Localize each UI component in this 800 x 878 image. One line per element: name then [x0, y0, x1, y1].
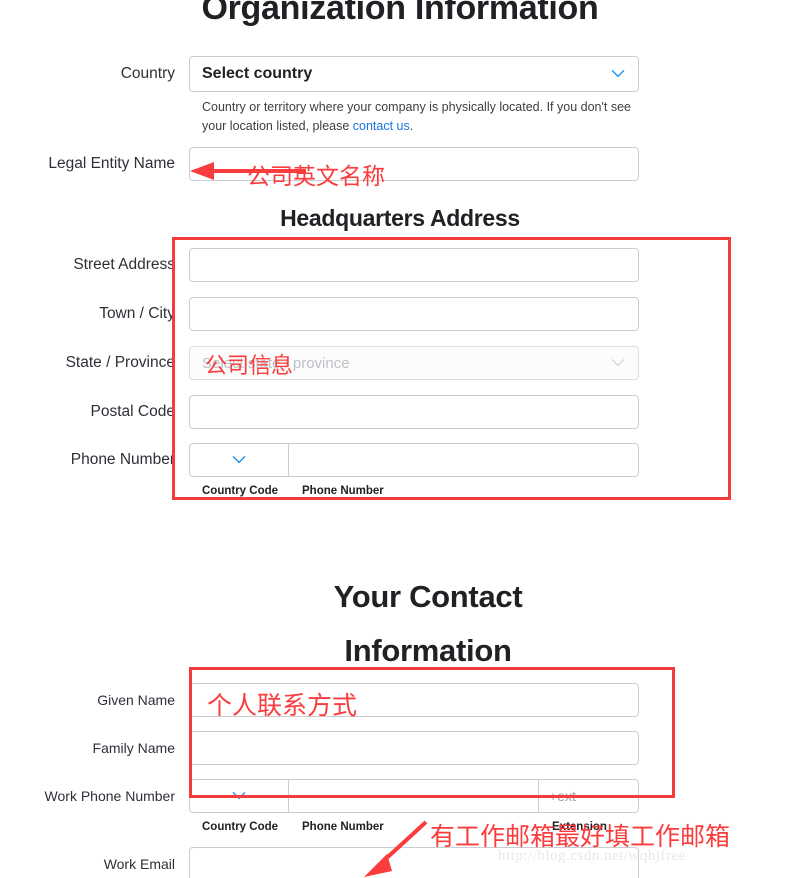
headquarters-address-heading: Headquarters Address: [280, 205, 520, 231]
form-page: Organization Information Country Select …: [0, 0, 800, 878]
organization-information-heading: Organization Information: [201, 0, 599, 27]
postal-code-input[interactable]: [189, 395, 639, 429]
annotation-text-company-info: 公司信息: [205, 354, 294, 379]
street-address-control: [189, 248, 639, 282]
annotation-text-legal-entity: 公司英文名称: [247, 164, 385, 190]
street-address-input[interactable]: [189, 248, 639, 282]
country-label: Country: [120, 65, 175, 82]
work-phone-number-control: +ext: [189, 779, 639, 813]
chevron-down-icon: [610, 66, 626, 82]
town-city-label: Town / City: [99, 305, 175, 322]
family-name-control: [189, 731, 639, 765]
chevron-down-icon: [610, 355, 626, 371]
country-selected-value: Select country: [202, 65, 313, 82]
contact-information-heading: Your Contact Information: [198, 570, 658, 678]
work-country-code-select[interactable]: [189, 779, 289, 813]
family-name-label: Family Name: [92, 740, 175, 756]
contact-heading-line1: Your Contact: [333, 579, 523, 614]
work-phone-number-row: Work Phone Number +ext: [0, 779, 639, 813]
hq-phone-group: [189, 443, 639, 477]
hq-phone-number-input[interactable]: [289, 443, 639, 477]
hq-country-code-sublabel: Country Code: [202, 485, 279, 497]
country-help-prefix: Country or territory where your company …: [202, 100, 631, 133]
town-city-input[interactable]: [189, 297, 639, 331]
postal-code-label: Postal Code: [90, 403, 175, 420]
town-city-row: Town / City: [0, 297, 639, 331]
watermark-text: http://blog.csdn.net/wqhjfree: [498, 848, 686, 864]
work-phone-number-label: Work Phone Number: [44, 788, 175, 804]
legal-entity-name-label: Legal Entity Name: [48, 155, 175, 172]
state-province-row: State / Province Select state / province: [0, 346, 639, 380]
family-name-input[interactable]: [189, 731, 639, 765]
town-city-control: [189, 297, 639, 331]
country-help-suffix: .: [409, 119, 414, 133]
country-control: Select country: [189, 56, 639, 92]
work-phone-extension-placeholder: +ext: [549, 788, 576, 804]
chevron-down-icon: [231, 788, 247, 804]
postal-code-control: [189, 395, 639, 429]
contact-us-link[interactable]: contact us: [353, 119, 410, 133]
work-phone-extension-input[interactable]: +ext: [539, 779, 639, 813]
state-province-label: State / Province: [65, 354, 175, 371]
work-country-code-sublabel: Country Code: [202, 821, 279, 833]
street-address-row: Street Address: [0, 248, 639, 282]
country-select[interactable]: Select country: [189, 56, 639, 92]
annotation-text-personal-contact: 个人联系方式: [207, 691, 358, 720]
work-phone-group: +ext: [189, 779, 639, 813]
hq-phone-number-label: Phone Number: [70, 451, 175, 468]
work-email-label: Work Email: [103, 856, 175, 872]
hq-phone-number-row: Phone Number: [0, 443, 639, 477]
postal-code-row: Postal Code: [0, 395, 639, 429]
country-row: Country Select country: [0, 56, 639, 92]
hq-phone-number-control: [189, 443, 639, 477]
street-address-label: Street Address: [73, 256, 175, 273]
given-name-label: Given Name: [97, 692, 175, 708]
work-phone-number-input[interactable]: [289, 779, 539, 813]
country-help-text: Country or territory where your company …: [202, 98, 632, 136]
hq-country-code-select[interactable]: [189, 443, 289, 477]
contact-heading-line2: Information: [344, 633, 512, 668]
family-name-row: Family Name: [0, 731, 639, 765]
hq-phone-number-sublabel: Phone Number: [302, 485, 384, 497]
hq-phone-sublabels: Country Code Phone Number: [202, 485, 384, 497]
chevron-down-icon: [231, 452, 247, 468]
